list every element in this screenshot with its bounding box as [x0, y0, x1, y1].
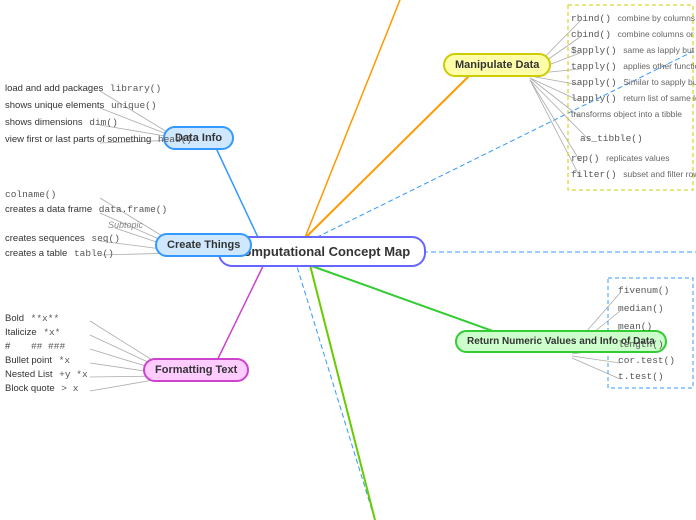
- numeric-mean: mean(): [618, 321, 652, 332]
- manip-astibble: as_tibble(): [580, 133, 643, 144]
- create-item-colname: colname(): [5, 189, 56, 200]
- create-item-dataframe: creates a data frame data.frame(): [5, 204, 167, 215]
- create-item-table: creates a table table(): [5, 248, 114, 259]
- format-blockquote: Block quote > x: [5, 383, 78, 394]
- numeric-length: length(): [618, 339, 664, 350]
- manip-rbind: rbind() combine by columns or r: [571, 13, 696, 24]
- create-things-node: Create Things: [155, 233, 252, 257]
- manip-tapply: tapply() applies other functions: [571, 61, 696, 72]
- format-bold: Bold **x**: [5, 313, 59, 324]
- data-info-item-2: shows unique elements unique(): [5, 100, 157, 111]
- numeric-cortest: cor.test(): [618, 355, 675, 366]
- create-subtopic: Subtopic: [108, 220, 143, 230]
- format-nested: Nested List +y *x: [5, 369, 88, 380]
- manip-vapply: sapply() Similar to sapply but al: [571, 77, 696, 88]
- format-bullet: Bullet point *x: [5, 355, 70, 366]
- create-item-seq: creates sequences seq(): [5, 233, 120, 244]
- manip-filter: filter() subset and filter rows: [571, 169, 696, 180]
- manipulate-data-node: Manipulate Data: [443, 53, 551, 77]
- manip-rep: rep() replicates values: [571, 153, 669, 164]
- manip-cbind: cbind() combine columns or row: [571, 29, 696, 40]
- manip-sapply: $apply() same as lapply but retu: [571, 45, 696, 56]
- numeric-median: median(): [618, 303, 664, 314]
- formatting-text-node: Formatting Text: [143, 358, 249, 382]
- manip-transforms: transforms object into a tibble: [571, 109, 682, 120]
- data-info-item-4: view first or last parts of something he…: [5, 134, 192, 145]
- data-info-item-3: shows dimensions dim(): [5, 117, 118, 128]
- numeric-fivenum: fivenum(): [618, 285, 669, 296]
- concept-map-canvas: Computational Concept Map Data Info Crea…: [0, 0, 696, 520]
- format-italic: Italicize *x*: [5, 327, 60, 338]
- numeric-ttest: t.test(): [618, 371, 664, 382]
- data-info-item-1: load and add packages library(): [5, 83, 161, 94]
- format-hash: # ## ###: [5, 341, 65, 352]
- manip-lapply: lapply() return list of same lengt: [571, 93, 696, 104]
